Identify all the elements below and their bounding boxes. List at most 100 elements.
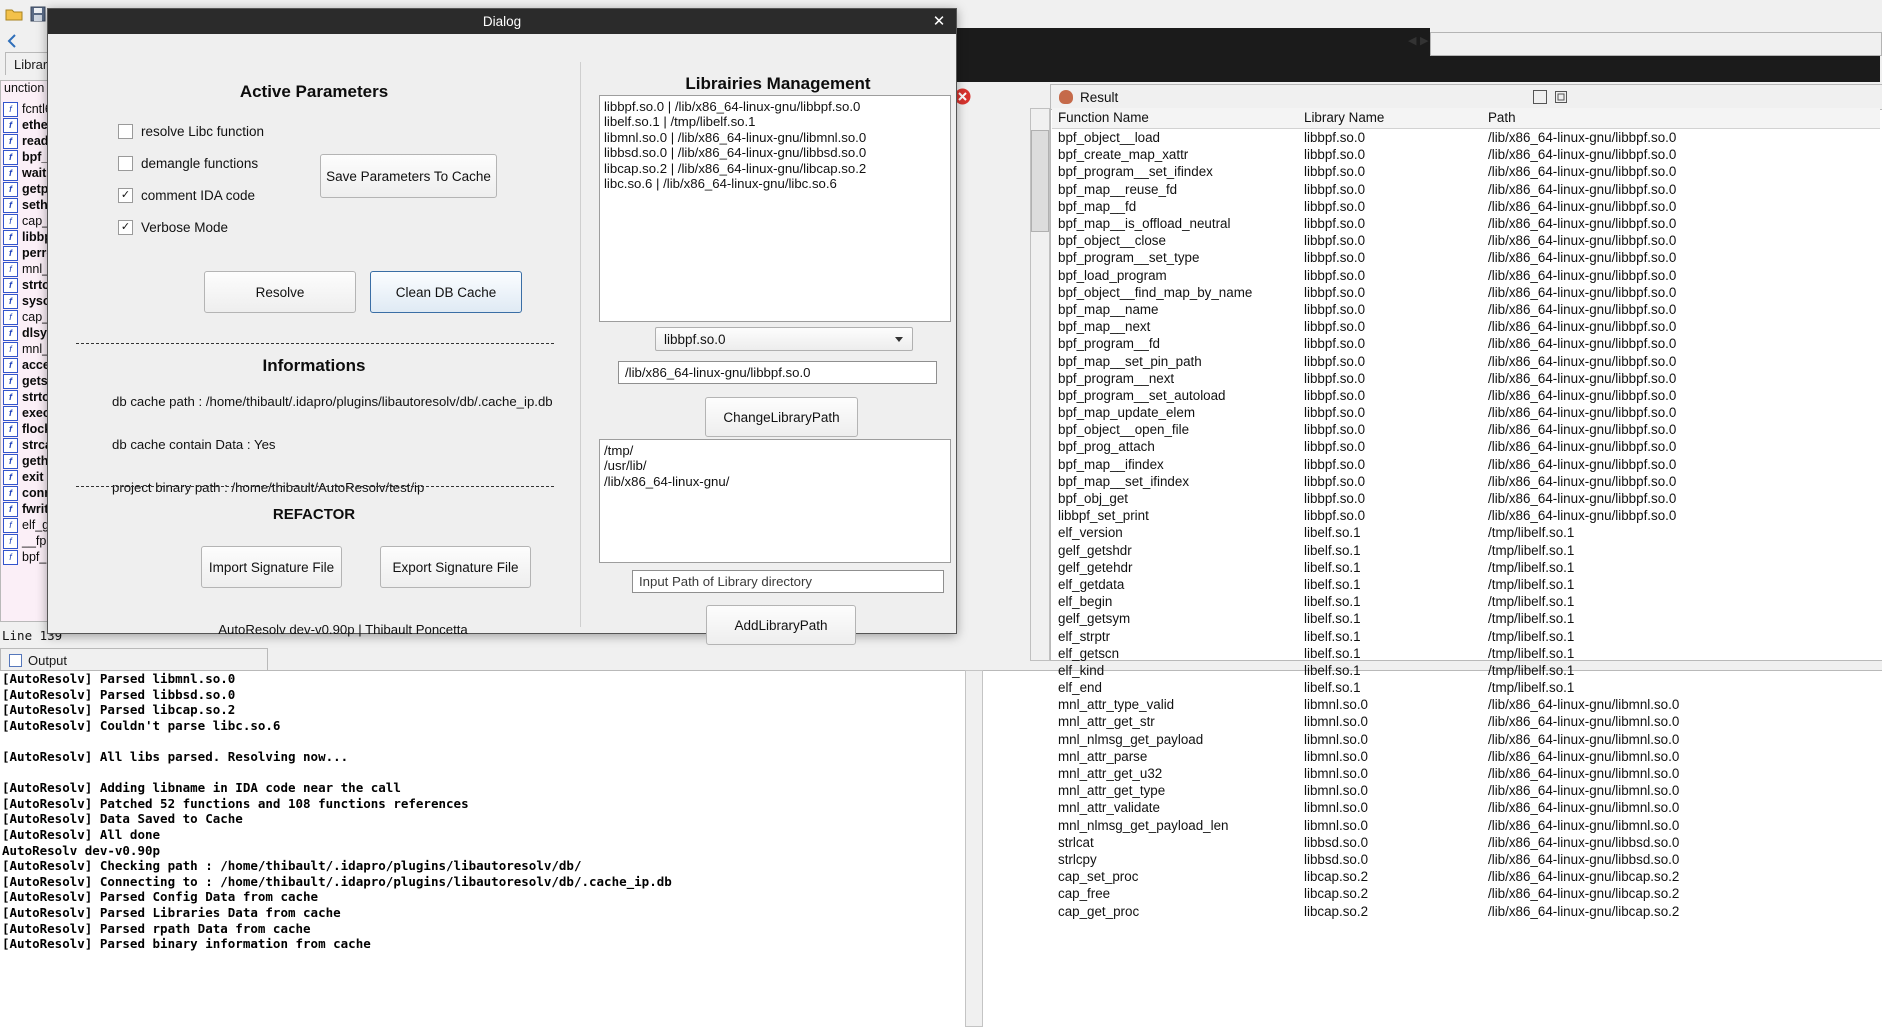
library-directory-input[interactable]: Input Path of Library directory [632, 570, 944, 593]
table-cell: libelf.so.1 [1304, 611, 1361, 627]
library-list-item[interactable]: libbpf.so.0 | /lib/x86_64-linux-gnu/libb… [600, 99, 950, 114]
checkbox-row[interactable]: resolve Libc function [118, 124, 318, 139]
table-row[interactable]: mnl_attr_parse libmnl.so.0/lib/x86_64-lin… [1052, 748, 1880, 765]
library-list-item[interactable]: libc.so.6 | /lib/x86_64-linux-gnu/libc.s… [600, 176, 950, 191]
table-row[interactable]: libbpf_set_print libbpf.so.0/lib/x86_64-l… [1052, 507, 1880, 524]
result-tabbar[interactable]: Result [1050, 84, 1882, 110]
table-row[interactable]: elf_getdata libelf.so.1/tmp/libelf.so.1 [1052, 576, 1880, 593]
table-row[interactable]: elf_version libelf.so.1/tmp/libelf.so.1 [1052, 524, 1880, 541]
table-row[interactable]: bpf_program__set_type libbpf.so.0/lib/x86… [1052, 249, 1880, 266]
table-row[interactable]: cap_set_proc libcap.so.2/lib/x86_64-linux… [1052, 868, 1880, 885]
table-row[interactable]: strlcat libbsd.so.0/lib/x86_64-linux-gnu/… [1052, 834, 1880, 851]
table-row[interactable]: bpf_map__ifindex libbpf.so.0/lib/x86_64-l… [1052, 456, 1880, 473]
table-row[interactable]: elf_end libelf.so.1/tmp/libelf.so.1 [1052, 679, 1880, 696]
table-row[interactable]: mnl_attr_type_valid libmnl.so.0/lib/x86_6… [1052, 696, 1880, 713]
close-icon[interactable]: ✕ [930, 12, 948, 30]
table-row[interactable]: bpf_map__is_offload_neutral libbpf.so.0/l… [1052, 215, 1880, 232]
table-row[interactable]: bpf_map_update_elem libbpf.so.0/lib/x86_6… [1052, 404, 1880, 421]
table-row[interactable]: gelf_getehdr libelf.so.1/tmp/libelf.so.1 [1052, 559, 1880, 576]
library-path-input[interactable]: /lib/x86_64-linux-gnu/libbpf.so.0 [618, 361, 937, 384]
column-header[interactable]: Library Name [1298, 108, 1482, 129]
dialog-titlebar[interactable]: Dialog ✕ [48, 9, 956, 34]
rpath-list-item[interactable]: /usr/lib/ [600, 458, 950, 473]
change-library-path-button[interactable]: ChangeLibraryPath [705, 397, 858, 437]
nav-next-icon[interactable]: ▶ [1420, 34, 1428, 47]
rpath-list-item[interactable]: /tmp/ [600, 443, 950, 458]
navigator-band[interactable] [1430, 32, 1882, 56]
table-cell: bpf_program__fd [1058, 336, 1160, 352]
parameter-checkbox-group[interactable]: resolve Libc function demangle functions ✓… [118, 124, 318, 252]
import-signature-button[interactable]: Import Signature File [201, 546, 342, 588]
save-icon[interactable] [28, 4, 48, 24]
table-row[interactable]: gelf_getsym libelf.so.1/tmp/libelf.so.1 [1052, 610, 1880, 627]
table-row[interactable]: mnl_attr_get_type libmnl.so.0/lib/x86_64-… [1052, 782, 1880, 799]
function-icon: f [3, 389, 18, 405]
open-file-icon[interactable] [4, 4, 24, 24]
column-header[interactable]: Path [1482, 108, 1880, 129]
checkbox-row[interactable]: demangle functions [118, 156, 318, 171]
column-header[interactable]: Function Name [1052, 108, 1298, 129]
table-row[interactable]: strlcpy libbsd.so.0/lib/x86_64-linux-gnu/… [1052, 851, 1880, 868]
table-row[interactable]: mnl_attr_get_str libmnl.so.0/lib/x86_64-l… [1052, 713, 1880, 730]
table-row[interactable]: bpf_load_program libbpf.so.0/lib/x86_64-l… [1052, 267, 1880, 284]
table-row[interactable]: bpf_object__open_file libbpf.so.0/lib/x86… [1052, 421, 1880, 438]
table-row[interactable]: bpf_obj_get libbpf.so.0/lib/x86_64-linux-… [1052, 490, 1880, 507]
table-row[interactable]: mnl_nlmsg_get_payload libmnl.so.0/lib/x86… [1052, 731, 1880, 748]
table-row[interactable]: bpf_program__next libbpf.so.0/lib/x86_64-… [1052, 370, 1880, 387]
checkbox-row[interactable]: ✓ Verbose Mode [118, 220, 318, 235]
table-row[interactable]: bpf_program__set_ifindex libbpf.so.0/lib/… [1052, 163, 1880, 180]
table-row[interactable]: bpf_object__close libbpf.so.0/lib/x86_64-… [1052, 232, 1880, 249]
table-row[interactable]: bpf_program__fd libbpf.so.0/lib/x86_64-li… [1052, 335, 1880, 352]
output-scrollbar[interactable] [965, 670, 983, 1027]
table-row[interactable]: bpf_program__set_autoload libbpf.so.0/lib… [1052, 387, 1880, 404]
rpath-list-item[interactable]: /lib/x86_64-linux-gnu/ [600, 474, 950, 489]
table-row[interactable]: bpf_map__name libbpf.so.0/lib/x86_64-linu… [1052, 301, 1880, 318]
table-row[interactable]: elf_getscn libelf.so.1/tmp/libelf.so.1 [1052, 645, 1880, 662]
table-row[interactable]: mnl_attr_validate libmnl.so.0/lib/x86_64-… [1052, 799, 1880, 816]
checkbox-0[interactable] [118, 124, 133, 139]
table-row[interactable]: bpf_map__next libbpf.so.0/lib/x86_64-linu… [1052, 318, 1880, 335]
table-row[interactable]: bpf_object__find_map_by_name libbpf.so.0 /… [1052, 284, 1880, 301]
checkbox-1[interactable] [118, 156, 133, 171]
nav-prev-icon[interactable]: ◀ [1408, 34, 1416, 47]
result-table[interactable]: Function Name Library Name Path bpf_object… [1052, 108, 1880, 920]
table-row[interactable]: bpf_map__reuse_fd libbpf.so.0/lib/x86_64-… [1052, 181, 1880, 198]
table-row[interactable]: cap_free libcap.so.2/lib/x86_64-linux-gnu… [1052, 885, 1880, 902]
table-row[interactable]: bpf_prog_attach libbpf.so.0/lib/x86_64-li… [1052, 438, 1880, 455]
library-list-item[interactable]: libmnl.so.0 | /lib/x86_64-linux-gnu/libm… [600, 130, 950, 145]
checkbox-row[interactable]: ✓ comment IDA code [118, 188, 318, 203]
back-arrow-icon[interactable] [4, 32, 24, 52]
result-scrollbar-thumb[interactable] [1031, 130, 1049, 232]
result-maximize-button[interactable] [1555, 90, 1567, 103]
add-library-path-button[interactable]: AddLibraryPath [706, 605, 856, 645]
table-row[interactable]: bpf_object__load libbpf.so.0/lib/x86_64-l… [1052, 129, 1880, 147]
table-row[interactable]: cap_get_proc libcap.so.2/lib/x86_64-linux… [1052, 902, 1880, 919]
rpath-listbox[interactable]: /tmp//usr/lib//lib/x86_64-linux-gnu/ [599, 439, 951, 563]
autoresolv-dialog[interactable]: Dialog ✕ Active Parameters resolve Libc … [47, 8, 957, 645]
library-listbox[interactable]: libbpf.so.0 | /lib/x86_64-linux-gnu/libb… [599, 95, 951, 322]
tab-output[interactable]: Output [0, 648, 268, 671]
table-row[interactable]: elf_kind libelf.so.1/tmp/libelf.so.1 [1052, 662, 1880, 679]
table-row[interactable]: elf_strptr libelf.so.1/tmp/libelf.so.1 [1052, 627, 1880, 644]
libraries-tab-label: Librar [14, 56, 48, 72]
result-restore-button[interactable] [1533, 90, 1547, 104]
table-row[interactable]: elf_begin libelf.so.1/tmp/libelf.so.1 [1052, 593, 1880, 610]
table-row[interactable]: mnl_nlmsg_get_payload_len libmnl.so.0/lib… [1052, 817, 1880, 834]
library-select[interactable]: libbpf.so.0 [655, 327, 913, 351]
table-row[interactable]: bpf_map__set_ifindex libbpf.so.0/lib/x86_… [1052, 473, 1880, 490]
library-list-item[interactable]: libelf.so.1 | /tmp/libelf.so.1 [600, 114, 950, 129]
library-list-item[interactable]: libbsd.so.0 | /lib/x86_64-linux-gnu/libb… [600, 145, 950, 160]
clean-db-cache-button[interactable]: Clean DB Cache [370, 271, 522, 313]
checkbox-3[interactable]: ✓ [118, 220, 133, 235]
table-row[interactable]: bpf_create_map_xattr libbpf.so.0/lib/x86_… [1052, 146, 1880, 163]
resolve-button[interactable]: Resolve [204, 271, 356, 313]
library-list-item[interactable]: libcap.so.2 | /lib/x86_64-linux-gnu/libc… [600, 161, 950, 176]
table-row[interactable]: bpf_map__fd libbpf.so.0/lib/x86_64-linux-… [1052, 198, 1880, 215]
checkbox-2[interactable]: ✓ [118, 188, 133, 203]
save-parameters-button[interactable]: Save Parameters To Cache [320, 154, 497, 198]
table-cell: libbpf.so.0 [1304, 147, 1366, 163]
table-row[interactable]: bpf_map__set_pin_path libbpf.so.0/lib/x86… [1052, 352, 1880, 369]
export-signature-button[interactable]: Export Signature File [380, 546, 531, 588]
table-row[interactable]: gelf_getshdr libelf.so.1/tmp/libelf.so.1 [1052, 542, 1880, 559]
table-row[interactable]: mnl_attr_get_u32 libmnl.so.0/lib/x86_64-l… [1052, 765, 1880, 782]
